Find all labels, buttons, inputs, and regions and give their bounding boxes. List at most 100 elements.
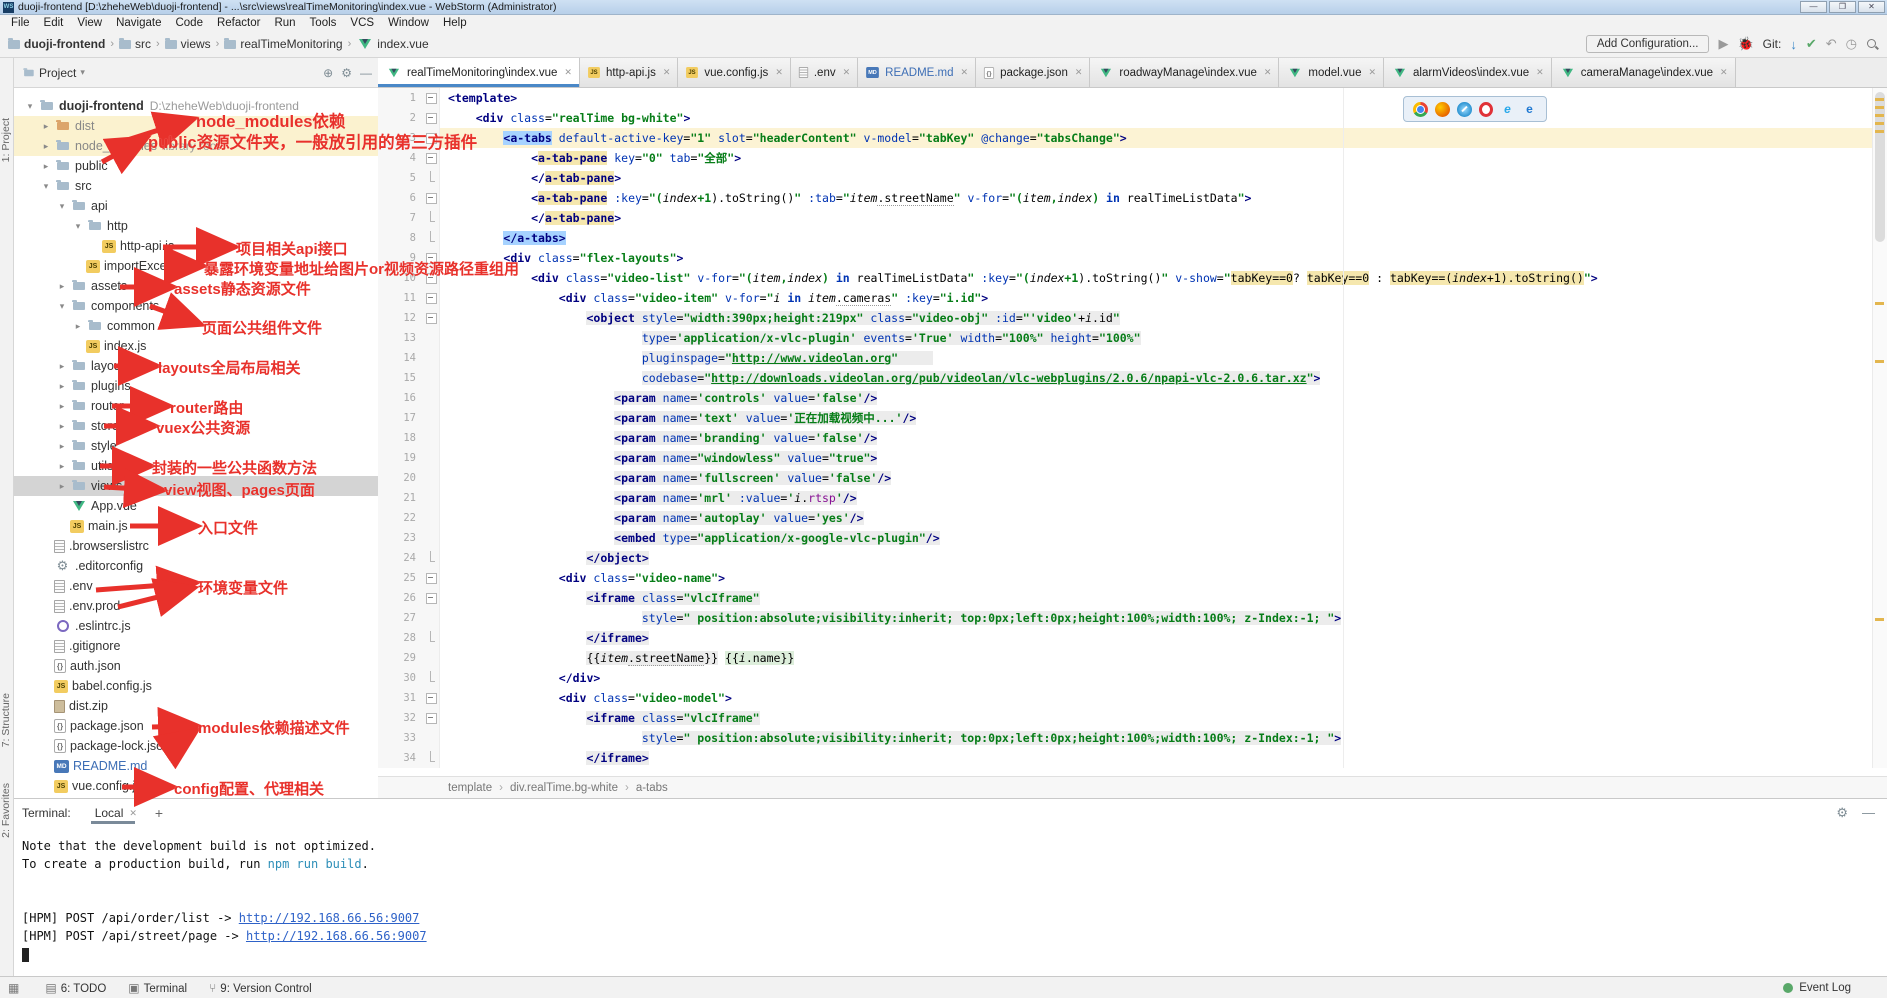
editor-tab[interactable]: alarmVideos\index.vue✕ [1384, 58, 1552, 87]
git-update-icon[interactable]: ↓ [1790, 37, 1797, 52]
run-icon[interactable]: ▶ [1718, 36, 1728, 52]
debug-icon[interactable]: 🐞 [1737, 36, 1753, 52]
breadcrumb-item[interactable]: src [119, 37, 151, 51]
menu-code[interactable]: Code [168, 17, 210, 29]
toolwindow-favorites-label[interactable]: 2: Favorites [0, 783, 14, 838]
tree-item[interactable]: App.vue [14, 496, 378, 516]
tree-item[interactable]: MDREADME.md [14, 756, 378, 776]
close-icon[interactable]: ✕ [1536, 67, 1544, 78]
code-editor[interactable]: 1<template>2 <div class="realTime bg-whi… [378, 88, 1872, 768]
tree-item[interactable]: JShttp-api.js [14, 236, 378, 256]
editor-scrollbar[interactable] [1872, 88, 1887, 768]
breadcrumb-item[interactable]: index.vue [356, 36, 428, 52]
editor-tab[interactable]: cameraManage\index.vue✕ [1552, 58, 1736, 87]
opera-icon[interactable] [1479, 102, 1493, 117]
editor-area[interactable]: realTimeMonitoring\index.vue✕JShttp-api.… [378, 58, 1887, 798]
editor-tab[interactable]: {}package.json✕ [976, 58, 1090, 87]
tree-item[interactable]: JSimportExcel.js [14, 256, 378, 276]
tree-item[interactable]: ▾src [14, 176, 378, 196]
tree-item[interactable]: ▾duoji-frontendD:\zheheWeb\duoji-fronten… [14, 96, 378, 116]
chrome-icon[interactable] [1413, 102, 1428, 117]
close-icon[interactable]: ✕ [843, 67, 851, 78]
close-icon[interactable]: ✕ [961, 67, 969, 78]
editor-tab[interactable]: realTimeMonitoring\index.vue✕ [378, 58, 580, 87]
tree-item[interactable]: ▸store [14, 416, 378, 436]
terminal-tab-local[interactable]: Local✕ [85, 806, 141, 820]
tree-item[interactable]: .eslintrc.js [14, 616, 378, 636]
tree-item[interactable]: {}package-lock.json [14, 736, 378, 756]
breadcrumb-item[interactable]: duoji-frontend [8, 37, 105, 51]
statusbar-event-log[interactable]: Event Log [1783, 982, 1851, 994]
window-control-button[interactable]: ❐ [1829, 1, 1856, 13]
tree-item[interactable]: JSvue.config.js [14, 776, 378, 796]
tree-item[interactable]: {}auth.json [14, 656, 378, 676]
terminal-settings-gear-icon[interactable]: ⚙ [1836, 805, 1848, 821]
git-history-icon[interactable]: ◷ [1846, 36, 1857, 52]
editor-breadcrumb-item[interactable]: a-tabs [636, 782, 668, 794]
terminal-output[interactable]: Note that the development build is not o… [14, 827, 1887, 963]
tree-item[interactable]: ▸public [14, 156, 378, 176]
toolwindow-structure-label[interactable]: 7: Structure [0, 693, 14, 747]
safari-icon[interactable] [1457, 102, 1472, 117]
git-commit-icon[interactable]: ✔ [1806, 36, 1817, 52]
firefox-icon[interactable] [1435, 102, 1450, 117]
tree-item[interactable]: ▸layouts [14, 356, 378, 376]
close-icon[interactable]: ✕ [775, 67, 783, 78]
editor-tab[interactable]: JShttp-api.js✕ [580, 58, 678, 87]
tree-item[interactable]: dist.zip [14, 696, 378, 716]
close-icon[interactable]: ✕ [1720, 67, 1728, 78]
project-tree[interactable]: ▾duoji-frontendD:\zheheWeb\duoji-fronten… [14, 96, 378, 796]
tree-item[interactable]: .env [14, 576, 378, 596]
menu-refactor[interactable]: Refactor [210, 17, 267, 29]
tree-item[interactable]: ▸node_moduleslibrary root [14, 136, 378, 156]
editor-breadcrumb-item[interactable]: template [448, 782, 492, 794]
editor-tab[interactable]: model.vue✕ [1279, 58, 1384, 87]
menu-window[interactable]: Window [381, 17, 436, 29]
menu-navigate[interactable]: Navigate [109, 17, 168, 29]
menu-edit[interactable]: Edit [37, 17, 71, 29]
statusbar-grid-icon[interactable]: ▦ [8, 981, 19, 995]
statusbar-terminal[interactable]: ▣Terminal [128, 981, 187, 995]
menu-vcs[interactable]: VCS [343, 17, 381, 29]
tree-item[interactable]: .browserslistrc [14, 536, 378, 556]
close-icon[interactable]: ✕ [1075, 67, 1083, 78]
hide-panel-icon[interactable]: — [360, 66, 372, 80]
close-icon[interactable]: ✕ [129, 808, 137, 819]
terminal-hide-icon[interactable]: — [1862, 805, 1875, 821]
tree-item[interactable]: ⚙.editorconfig [14, 556, 378, 576]
menu-run[interactable]: Run [267, 17, 302, 29]
tree-item[interactable]: JSmain.js [14, 516, 378, 536]
edge-icon[interactable]: e [1522, 102, 1537, 117]
toolwindow-project-label[interactable]: 1: Project [0, 118, 14, 162]
settings-gear-icon[interactable]: ⚙ [341, 66, 352, 80]
chevron-down-icon[interactable]: ▾ [80, 67, 85, 78]
editor-tab[interactable]: JSvue.config.js✕ [678, 58, 790, 87]
close-icon[interactable]: ✕ [564, 67, 572, 78]
tree-item[interactable]: ▸assets [14, 276, 378, 296]
editor-tab[interactable]: .env✕ [791, 58, 858, 87]
close-icon[interactable]: ✕ [1368, 67, 1376, 78]
ie-icon[interactable]: e [1500, 102, 1515, 117]
locate-file-icon[interactable]: ⊕ [323, 66, 333, 80]
tree-item[interactable]: .gitignore [14, 636, 378, 656]
tree-item[interactable]: JSbabel.config.js [14, 676, 378, 696]
tree-item[interactable]: ▾http [14, 216, 378, 236]
menu-tools[interactable]: Tools [303, 17, 344, 29]
tree-item[interactable]: JSindex.js [14, 336, 378, 356]
add-configuration-button[interactable]: Add Configuration... [1586, 35, 1710, 53]
statusbar-version-control[interactable]: ⑂9: Version Control [209, 981, 312, 995]
new-terminal-tab-button[interactable]: + [155, 805, 163, 821]
tree-item[interactable]: ▸utils [14, 456, 378, 476]
tree-item[interactable]: ▾api [14, 196, 378, 216]
search-icon[interactable] [1866, 38, 1879, 51]
breadcrumb-item[interactable]: views [165, 37, 211, 51]
tree-item[interactable]: ▸dist [14, 116, 378, 136]
statusbar-todo[interactable]: ▤6: TODO [45, 981, 106, 995]
breadcrumb-item[interactable]: realTimeMonitoring [224, 37, 342, 51]
menu-view[interactable]: View [70, 17, 109, 29]
window-control-button[interactable]: — [1800, 1, 1827, 13]
menu-help[interactable]: Help [436, 17, 474, 29]
tree-item[interactable]: ▾components [14, 296, 378, 316]
menu-file[interactable]: File [4, 17, 37, 29]
tree-item[interactable]: {}package.json [14, 716, 378, 736]
